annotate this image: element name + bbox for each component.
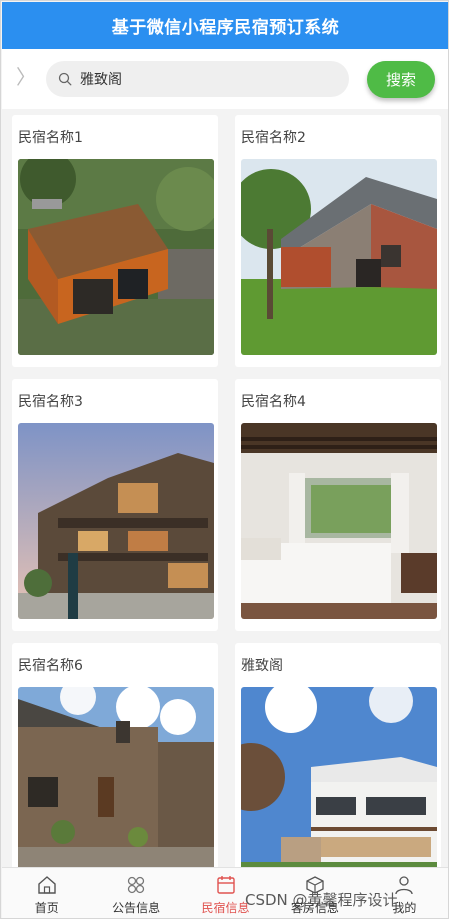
app-frame: 基于微信小程序民宿预订系统 〉 搜索 民宿名称1 [0, 0, 449, 919]
photo-stone-cottage [18, 687, 214, 883]
listing-card[interactable]: 民宿名称1 [12, 115, 218, 367]
search-button[interactable]: 搜索 [367, 61, 435, 98]
tab-label: 公告信息 [112, 901, 161, 915]
listing-name: 民宿名称2 [241, 130, 306, 146]
search-input[interactable] [80, 71, 320, 87]
photo-wooden-building [18, 423, 214, 619]
listing-name: 民宿名称4 [241, 394, 306, 410]
listing-name: 民宿名称3 [18, 394, 83, 410]
app-header: 基于微信小程序民宿预订系统 [2, 2, 448, 49]
listing-photo[interactable] [241, 423, 437, 619]
photo-bedroom [241, 423, 437, 619]
search-icon [58, 72, 72, 86]
grid-icon [127, 876, 145, 894]
listing-card[interactable]: 雅致阁 [235, 643, 441, 895]
listing-grid: 民宿名称1 民宿名称2 民宿名称3 民宿名称4 民宿名称6 雅致阁 [12, 115, 443, 895]
listing-card[interactable]: 民宿名称4 [235, 379, 441, 631]
home-icon [38, 876, 56, 894]
search-box[interactable] [46, 61, 349, 97]
calendar-icon [216, 876, 235, 894]
listing-photo[interactable] [241, 687, 437, 883]
photo-modern-villa [241, 687, 437, 883]
listing-card[interactable]: 民宿名称3 [12, 379, 218, 631]
listing-card[interactable]: 民宿名称2 [235, 115, 441, 367]
search-bar: 〉 搜索 [2, 49, 448, 109]
tab-home[interactable]: 首页 [2, 868, 91, 918]
listing-photo[interactable] [18, 159, 214, 355]
tab-label: 首页 [34, 901, 59, 915]
chevron-left-icon[interactable]: 〉 [16, 67, 36, 87]
tab-label: 民宿信息 [201, 901, 250, 915]
listing-photo[interactable] [241, 159, 437, 355]
listing-name: 民宿名称6 [18, 658, 83, 674]
photo-barn [241, 159, 437, 355]
listing-card[interactable]: 民宿名称6 [12, 643, 218, 895]
listing-photo[interactable] [18, 423, 214, 619]
listing-photo[interactable] [18, 687, 214, 883]
tab-notice[interactable]: 公告信息 [91, 868, 180, 918]
page-title: 基于微信小程序民宿预订系统 [111, 18, 340, 38]
watermark-text: CSDN @黄馨程序设计 [245, 891, 398, 909]
listing-name: 民宿名称1 [18, 130, 83, 146]
photo-cabin-rooftop [18, 159, 214, 355]
listing-name: 雅致阁 [241, 658, 283, 674]
